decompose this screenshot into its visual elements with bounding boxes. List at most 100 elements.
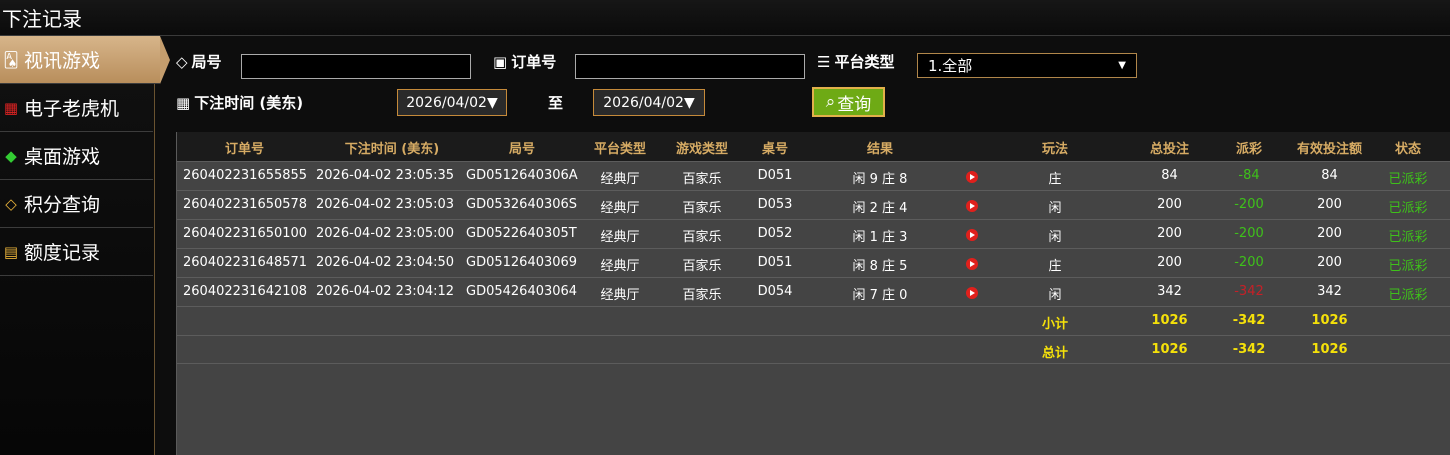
- bet-type: 闲: [1048, 230, 1062, 245]
- result: 闲 8 庄 5: [852, 259, 908, 274]
- payout: -84: [1238, 168, 1260, 183]
- replay-icon[interactable]: [966, 287, 978, 299]
- total-payout: -342: [1232, 342, 1266, 357]
- total-total-bet: 1026: [1151, 342, 1188, 357]
- bet-type: 庄: [1048, 172, 1062, 187]
- subtotal-label: 小计: [1041, 317, 1068, 332]
- replay-icon[interactable]: [966, 258, 978, 270]
- status-badge: 已派彩: [1388, 172, 1428, 187]
- replay-icon[interactable]: [966, 229, 978, 241]
- platform-type: 经典厅: [600, 230, 640, 245]
- valid-bet: 84: [1321, 168, 1338, 183]
- table-row: 260402231650100 2026-04-02 23:05:00 GD05…: [177, 219, 1450, 248]
- round-number: GD0512640306A: [466, 168, 578, 183]
- round-number: GD0522640305T: [466, 226, 577, 241]
- round-label: ◇ 局号: [176, 52, 222, 72]
- main-content: ◇ 局号 ▣ 订单号 ☰ 平台类型 1.全部 ▼ ▦ 下注时间 (美东) 202…: [176, 36, 1450, 455]
- query-button[interactable]: ⌕ 查询: [812, 87, 885, 117]
- bet-time: 2026-04-02 23:04:12: [316, 284, 455, 299]
- platform-label: ☰ 平台类型: [817, 52, 895, 72]
- table-number: D054: [757, 284, 793, 299]
- payout: -200: [1234, 226, 1264, 241]
- platform-type: 经典厅: [600, 259, 640, 274]
- server-icon: ☰: [817, 52, 831, 71]
- sidebar-item-live-games[interactable]: 🂡 视讯游戏: [0, 36, 170, 84]
- to-label: 至: [548, 94, 564, 112]
- col-platform: 平台类型: [593, 142, 646, 157]
- sidebar-item-points[interactable]: ◇ 积分查询: [0, 180, 153, 228]
- table-number: D053: [757, 197, 793, 212]
- total-bet: 84: [1161, 168, 1178, 183]
- result: 闲 1 庄 3: [852, 230, 908, 245]
- result: 闲 2 庄 4: [852, 201, 908, 216]
- bet-type: 闲: [1048, 288, 1062, 303]
- sidebar-item-credit[interactable]: ▤ 额度记录: [0, 228, 153, 276]
- total-bet: 200: [1157, 226, 1182, 241]
- platform-type: 经典厅: [600, 288, 640, 303]
- game-type: 百家乐: [682, 288, 722, 303]
- calendar-icon: ▦: [176, 93, 191, 112]
- col-order: 订单号: [224, 142, 264, 157]
- sidebar-item-slots[interactable]: ▦ 电子老虎机: [0, 84, 153, 132]
- status-badge: 已派彩: [1388, 259, 1428, 274]
- date-to-picker[interactable]: 2026/04/02▼: [593, 89, 705, 116]
- table-row: 260402231655855 2026-04-02 23:05:35 GD05…: [177, 161, 1450, 190]
- total-valid-bet: 1026: [1311, 342, 1348, 357]
- result: 闲 9 庄 8: [852, 172, 908, 187]
- tag-icon: ◇: [176, 52, 188, 71]
- bet-time: 2026-04-02 23:05:00: [316, 226, 455, 241]
- order-number: 260402231655855: [183, 168, 308, 183]
- round-input[interactable]: [241, 54, 471, 79]
- sidebar-item-label: 额度记录: [24, 242, 101, 264]
- table-header: 订单号 下注时间 (美东) 局号 平台类型 游戏类型 桌号 结果 玩法 总投注 …: [177, 132, 1450, 161]
- table-number: D051: [757, 168, 793, 183]
- order-number: 260402231648571: [183, 255, 308, 270]
- total-row: 总计 1026 -342 1026: [177, 335, 1450, 364]
- time-label: ▦ 下注时间 (美东): [176, 93, 304, 113]
- col-total-bet: 总投注: [1149, 142, 1189, 157]
- col-valid-bet: 有效投注额: [1296, 142, 1362, 157]
- col-status: 状态: [1394, 142, 1421, 157]
- game-type: 百家乐: [682, 201, 722, 216]
- order-number: 260402231642108: [183, 284, 308, 299]
- platform-type: 经典厅: [600, 201, 640, 216]
- cards-icon: 🂡: [3, 50, 19, 69]
- replay-icon[interactable]: [966, 171, 978, 183]
- valid-bet: 200: [1317, 197, 1342, 212]
- total-bet: 200: [1157, 255, 1182, 270]
- table-row: 260402231650578 2026-04-02 23:05:03 GD05…: [177, 190, 1450, 219]
- round-number: GD05126403069: [466, 255, 578, 270]
- search-icon: ⌕: [825, 92, 836, 112]
- payout: -200: [1234, 255, 1264, 270]
- platform-select[interactable]: 1.全部 ▼: [917, 53, 1137, 78]
- clipboard-icon: ▣: [493, 52, 508, 71]
- bet-records-table: 订单号 下注时间 (美东) 局号 平台类型 游戏类型 桌号 结果 玩法 总投注 …: [176, 132, 1450, 455]
- bet-time: 2026-04-02 23:04:50: [316, 255, 455, 270]
- total-bet: 342: [1157, 284, 1182, 299]
- bet-time: 2026-04-02 23:05:35: [316, 168, 455, 183]
- valid-bet: 342: [1317, 284, 1342, 299]
- sidebar: 🂡 视讯游戏 ▦ 电子老虎机 ◆ 桌面游戏 ◇ 积分查询 ▤ 额度记录: [0, 36, 170, 455]
- order-input[interactable]: [575, 54, 805, 79]
- order-number: 260402231650100: [183, 226, 308, 241]
- result: 闲 7 庄 0: [852, 288, 908, 303]
- date-from-picker[interactable]: 2026/04/02▼: [397, 89, 507, 116]
- replay-icon[interactable]: [966, 200, 978, 212]
- payout: -342: [1234, 284, 1264, 299]
- filter-panel: ◇ 局号 ▣ 订单号 ☰ 平台类型 1.全部 ▼ ▦ 下注时间 (美东) 202…: [176, 36, 1450, 132]
- valid-bet: 200: [1317, 226, 1342, 241]
- page-title: 下注记录: [2, 7, 82, 31]
- round-number: GD0532640306S: [466, 197, 578, 212]
- slot-machine-icon: ▦: [3, 98, 19, 117]
- col-payout: 派彩: [1235, 142, 1262, 157]
- sidebar-item-label: 视讯游戏: [24, 50, 101, 72]
- document-icon: ▤: [3, 242, 19, 261]
- sidebar-item-table-games[interactable]: ◆ 桌面游戏: [0, 132, 153, 180]
- status-badge: 已派彩: [1388, 288, 1428, 303]
- total-bet: 200: [1157, 197, 1182, 212]
- col-result: 结果: [866, 142, 893, 157]
- sidebar-item-label: 桌面游戏: [24, 146, 101, 168]
- title-bar: 下注记录: [0, 0, 1450, 36]
- subtotal-total-bet: 1026: [1151, 313, 1188, 328]
- subtotal-payout: -342: [1232, 313, 1266, 328]
